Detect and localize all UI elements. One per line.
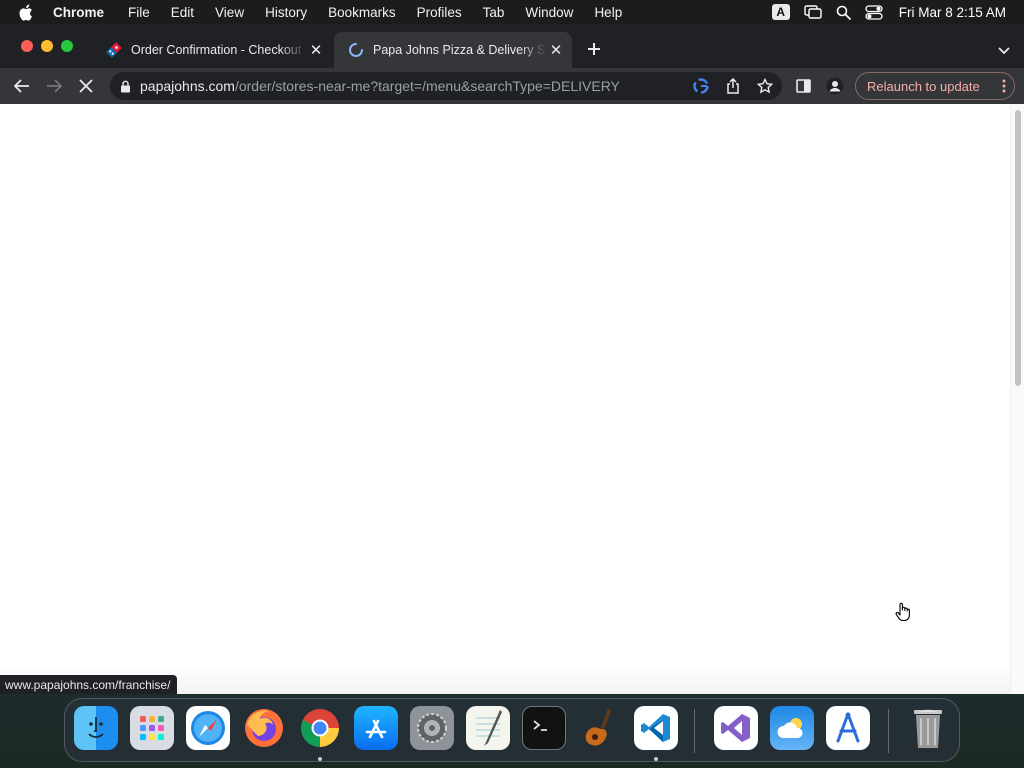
hand-pointer-cursor-icon <box>895 602 911 627</box>
menu-bar-status-area: A Fri Mar 8 2:15 AM <box>771 0 1024 24</box>
minimize-window-button[interactable] <box>41 40 53 52</box>
lock-icon[interactable] <box>120 80 131 93</box>
page-content-area[interactable] <box>0 104 1010 694</box>
bookmark-star-icon[interactable] <box>756 77 774 95</box>
screen-mirroring-icon[interactable] <box>804 5 822 19</box>
safari-icon[interactable] <box>186 706 230 750</box>
new-tab-icon[interactable] <box>584 39 604 59</box>
control-center-icon[interactable] <box>865 4 883 20</box>
close-tab-icon[interactable]: ✕ <box>546 40 566 60</box>
finder-icon[interactable] <box>74 706 118 750</box>
input-source-badge: A <box>771 4 790 20</box>
vertical-scrollbar[interactable] <box>1010 104 1024 694</box>
dominos-icon <box>106 42 122 58</box>
menu-bar: Chrome File Edit View History Bookmarks … <box>0 0 1024 24</box>
spotlight-search-icon[interactable] <box>836 5 851 20</box>
apple-menu-icon[interactable] <box>18 3 36 21</box>
status-bubble-url: www.papajohns.com/franchise/ <box>0 675 178 694</box>
dock-separator <box>694 709 695 753</box>
chrome-icon[interactable] <box>298 706 342 750</box>
menu-app-name[interactable]: Chrome <box>53 5 104 20</box>
window-controls <box>21 40 81 52</box>
relaunch-to-update-button[interactable]: Relaunch to update <box>855 72 1015 100</box>
visual-studio-icon[interactable] <box>714 706 758 750</box>
firefox-icon[interactable] <box>242 706 286 750</box>
browser-window: Order Confirmation - Checkout ✕ Papa Joh… <box>0 24 1024 694</box>
vscode-icon[interactable] <box>634 706 678 750</box>
tab-papa-johns[interactable]: Papa Johns Pizza & Delivery St ✕ <box>334 32 572 68</box>
share-icon[interactable] <box>724 77 742 95</box>
menu-bookmarks[interactable]: Bookmarks <box>328 5 396 20</box>
menu-bar-clock[interactable]: Fri Mar 8 2:15 AM <box>899 5 1006 20</box>
loading-spinner-icon <box>348 42 364 58</box>
tab-search-chevron-down-icon[interactable] <box>998 42 1010 60</box>
address-bar[interactable]: papajohns.com/order/stores-near-me?targe… <box>110 72 782 100</box>
menu-view[interactable]: View <box>215 5 244 20</box>
system-preferences-icon[interactable] <box>410 706 454 750</box>
launchpad-icon[interactable] <box>130 706 174 750</box>
tab-title: Order Confirmation - Checkout <box>131 43 302 57</box>
stop-loading-icon[interactable] <box>74 74 98 98</box>
input-source-icon[interactable]: A <box>771 4 790 20</box>
tab-strip: Order Confirmation - Checkout ✕ Papa Joh… <box>0 24 1024 68</box>
more-vertical-icon[interactable] <box>1002 79 1006 96</box>
forward-arrow-icon[interactable] <box>42 74 66 98</box>
vscode-running-indicator <box>654 757 658 761</box>
scrollbar-thumb[interactable] <box>1015 110 1021 386</box>
menu-help[interactable]: Help <box>594 5 622 20</box>
omnibox-actions <box>678 77 774 95</box>
menu-tab[interactable]: Tab <box>483 5 505 20</box>
tab-order-confirmation[interactable]: Order Confirmation - Checkout ✕ <box>92 32 332 68</box>
instruments-icon[interactable] <box>826 706 870 750</box>
close-window-button[interactable] <box>21 40 33 52</box>
google-lens-icon[interactable] <box>692 77 710 95</box>
profile-avatar-icon[interactable] <box>825 76 845 96</box>
garageband-icon[interactable] <box>578 706 622 750</box>
zoom-window-button[interactable] <box>61 40 73 52</box>
back-arrow-icon[interactable] <box>10 74 34 98</box>
url-text: papajohns.com/order/stores-near-me?targe… <box>140 78 620 94</box>
menu-history[interactable]: History <box>265 5 307 20</box>
dock-separator <box>888 709 889 753</box>
tab-title: Papa Johns Pizza & Delivery St <box>373 43 546 57</box>
chrome-running-indicator <box>318 757 322 761</box>
app-store-icon[interactable] <box>354 706 398 750</box>
textedit-icon[interactable] <box>466 706 510 750</box>
url-host: papajohns.com <box>140 78 235 94</box>
menu-profiles[interactable]: Profiles <box>417 5 462 20</box>
dock <box>64 698 960 762</box>
menu-edit[interactable]: Edit <box>171 5 194 20</box>
side-panel-icon[interactable] <box>793 76 813 96</box>
weather-icon[interactable] <box>770 706 814 750</box>
relaunch-label: Relaunch to update <box>867 78 980 94</box>
terminal-icon[interactable] <box>522 706 566 750</box>
trash-icon[interactable] <box>906 706 950 750</box>
menu-file[interactable]: File <box>128 5 150 20</box>
browser-toolbar: papajohns.com/order/stores-near-me?targe… <box>0 68 1024 104</box>
close-tab-icon[interactable]: ✕ <box>306 40 326 60</box>
url-path: /order/stores-near-me?target=/menu&searc… <box>234 78 620 94</box>
menu-window[interactable]: Window <box>525 5 573 20</box>
